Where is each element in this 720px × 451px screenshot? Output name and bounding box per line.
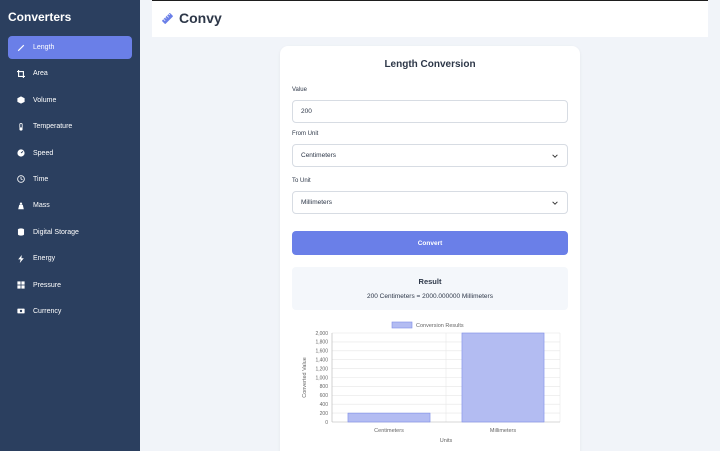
sidebar-item-speed[interactable]: Speed (8, 142, 132, 165)
brand[interactable]: Convy (161, 10, 222, 26)
sidebar-item-label: Length (33, 44, 55, 51)
y-axis-title: Converted Value (302, 357, 308, 398)
database-icon (16, 227, 26, 237)
sidebar-item-label: Area (33, 70, 48, 78)
sidebar-item-digital-storage[interactable]: Digital Storage (8, 221, 132, 244)
y-tick-label: 1,600 (315, 349, 328, 355)
sidebar-item-currency[interactable]: Currency (8, 300, 132, 323)
ruler-icon (16, 43, 26, 53)
conversion-chart: 0 200 400 600 800 1,000 1,200 1,400 1,600 1,800 2,… (302, 321, 561, 444)
ruler-icon (161, 12, 174, 25)
x-axis-title: Units (440, 438, 453, 444)
bolt-icon (16, 254, 26, 264)
sidebar-title: Converters (8, 10, 72, 24)
cube-icon (16, 95, 26, 105)
sidebar-item-label: Temperature (33, 123, 73, 131)
sidebar-item-label: Time (33, 175, 49, 183)
sidebar-item-length[interactable]: Length (8, 36, 132, 59)
legend-swatch (391, 321, 413, 329)
sidebar-item-label: Currency (33, 307, 62, 315)
thermometer-icon (16, 122, 26, 132)
bar-centimeters (347, 412, 431, 423)
sidebar-item-label: Volume (33, 96, 57, 104)
y-tick-label: 1,200 (315, 366, 328, 372)
y-tick-label: 600 (320, 393, 329, 399)
sidebar-nav: Length Area Volume Temperature Speed Time Mass… (8, 36, 132, 326)
y-tick-label: 2,000 (315, 331, 328, 337)
sidebar-item-energy[interactable]: Energy (8, 247, 132, 270)
y-tick-label: 800 (320, 384, 329, 390)
weight-icon (16, 201, 26, 211)
gauge-icon (16, 148, 26, 158)
y-tick-label: 1,800 (315, 340, 328, 346)
sidebar: Converters Length Area Volume Temperature Sp… (0, 0, 140, 451)
sidebar-item-temperature[interactable]: Temperature (8, 115, 132, 138)
legend-label: Conversion Results (416, 323, 464, 329)
crop-icon (16, 69, 26, 79)
y-tick-label: 1,400 (315, 358, 328, 364)
sidebar-item-time[interactable]: Time (8, 168, 132, 191)
sidebar-item-label: Mass (33, 202, 50, 210)
grid-icon (16, 280, 26, 290)
sidebar-item-label: Speed (33, 149, 54, 157)
sidebar-item-area[interactable]: Area (8, 62, 132, 85)
sidebar-item-label: Energy (33, 255, 56, 263)
header: Convy (152, 0, 708, 37)
x-tick-label: Centimeters (374, 428, 404, 434)
converter-card: Length Conversion Value 200 From Unit Ce… (280, 46, 580, 451)
sidebar-item-label: Pressure (33, 281, 62, 289)
sidebar-item-label: Digital Storage (33, 228, 79, 236)
bar-millimeters (461, 332, 545, 423)
money-icon (16, 306, 26, 316)
sidebar-item-mass[interactable]: Mass (8, 194, 132, 217)
sidebar-item-volume[interactable]: Volume (8, 89, 132, 112)
y-tick-label: 200 (320, 411, 329, 417)
y-tick-label: 0 (325, 420, 328, 426)
x-tick-label: Millimeters (490, 428, 517, 434)
app-name: Convy (179, 10, 222, 26)
sidebar-item-pressure[interactable]: Pressure (8, 274, 132, 297)
y-tick-label: 1,000 (315, 375, 328, 381)
y-tick-label: 400 (320, 402, 329, 408)
clock-icon (16, 174, 26, 184)
